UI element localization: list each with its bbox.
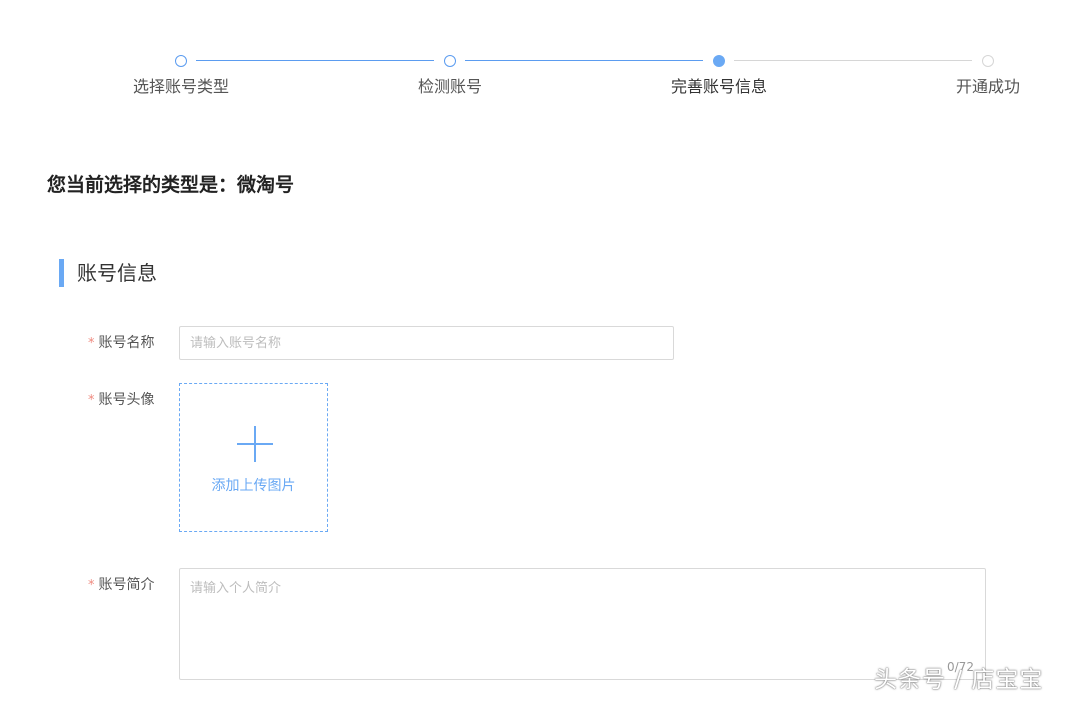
account-name-input[interactable] xyxy=(180,327,673,359)
account-intro-textarea[interactable] xyxy=(180,569,985,679)
upload-label: 添加上传图片 xyxy=(211,478,296,494)
required-mark: * xyxy=(88,336,95,351)
account-intro-field[interactable] xyxy=(179,568,986,680)
account-name-label-text: 账号名称 xyxy=(98,335,155,351)
plus-icon xyxy=(237,426,273,462)
step-1-label: 选择账号类型 xyxy=(132,77,230,96)
account-name-label: * 账号名称 xyxy=(88,333,155,354)
progress-steps: 选择账号类型 检测账号 完善账号信息 开通成功 xyxy=(0,0,1075,110)
step-2-label: 检测账号 xyxy=(417,77,483,96)
account-name-field[interactable] xyxy=(179,326,674,360)
step-3-label: 完善账号信息 xyxy=(670,77,768,96)
watermark: 头条号 / 店宝宝 xyxy=(874,667,1044,693)
required-mark: * xyxy=(88,393,95,408)
step-connector-2 xyxy=(465,60,703,61)
step-2-indicator xyxy=(444,55,456,67)
section-accent-bar xyxy=(59,259,64,287)
step-4-indicator xyxy=(982,55,994,67)
section-title: 账号信息 xyxy=(77,261,157,285)
step-connector-1 xyxy=(196,60,434,61)
step-4-label: 开通成功 xyxy=(955,77,1021,96)
required-mark: * xyxy=(88,578,95,593)
account-avatar-label-text: 账号头像 xyxy=(98,392,155,408)
account-avatar-label: * 账号头像 xyxy=(88,390,155,411)
step-1-indicator xyxy=(175,55,187,67)
avatar-upload-button[interactable]: 添加上传图片 xyxy=(179,383,328,532)
step-3-indicator xyxy=(713,55,725,67)
selected-type-heading: 您当前选择的类型是：微淘号 xyxy=(47,174,295,196)
account-intro-label: * 账号简介 xyxy=(88,575,155,596)
account-intro-label-text: 账号简介 xyxy=(98,577,155,593)
step-connector-3 xyxy=(734,60,972,61)
